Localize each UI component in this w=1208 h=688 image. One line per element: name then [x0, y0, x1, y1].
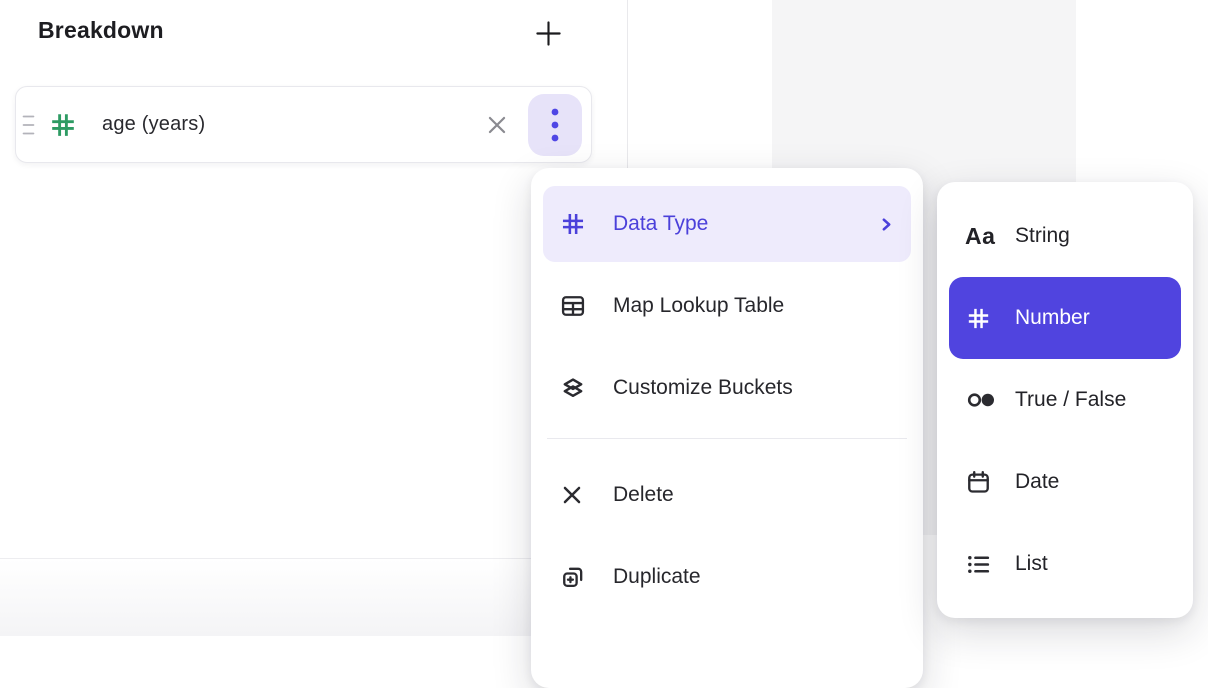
- drag-handle-icon[interactable]: [22, 107, 36, 143]
- breakdown-section-title: Breakdown: [38, 17, 164, 44]
- submenu-item-label: Date: [1015, 470, 1059, 494]
- breakdown-field-chip[interactable]: age (years): [15, 86, 592, 163]
- x-icon: [559, 481, 587, 509]
- menu-item-customize-buckets[interactable]: Customize Buckets: [543, 350, 911, 426]
- submenu-item-number[interactable]: Number: [949, 277, 1181, 359]
- calendar-icon: [965, 469, 999, 496]
- submenu-item-date[interactable]: Date: [949, 441, 1181, 523]
- menu-item-delete[interactable]: Delete: [543, 457, 911, 533]
- chevron-right-icon: [878, 216, 895, 233]
- menu-item-label: Map Lookup Table: [613, 294, 784, 318]
- field-context-menu: Data Type Map Lookup Table Customize Buc…: [531, 168, 923, 688]
- menu-item-label: Duplicate: [613, 565, 701, 589]
- submenu-item-list[interactable]: List: [949, 523, 1181, 605]
- list-icon: [965, 551, 999, 578]
- submenu-item-label: True / False: [1015, 388, 1126, 412]
- submenu-item-label: String: [1015, 224, 1070, 248]
- data-type-submenu: Aa String Number True / False Date List: [937, 182, 1193, 618]
- menu-divider: [547, 438, 907, 439]
- field-options-button[interactable]: [528, 94, 582, 156]
- remove-field-button[interactable]: [484, 112, 510, 138]
- duplicate-icon: [559, 563, 587, 591]
- table-icon: [559, 292, 587, 320]
- layers-icon: [559, 374, 587, 402]
- hash-icon: [965, 305, 999, 332]
- menu-item-label: Data Type: [613, 212, 708, 236]
- boolean-circles-icon: [965, 388, 999, 412]
- menu-item-duplicate[interactable]: Duplicate: [543, 539, 911, 615]
- submenu-item-label: Number: [1015, 306, 1090, 330]
- x-icon: [484, 112, 510, 138]
- submenu-item-label: List: [1015, 552, 1048, 576]
- menu-item-data-type[interactable]: Data Type: [543, 186, 911, 262]
- submenu-item-true-false[interactable]: True / False: [949, 359, 1181, 441]
- menu-item-label: Delete: [613, 483, 674, 507]
- menu-item-map-lookup-table[interactable]: Map Lookup Table: [543, 268, 911, 344]
- hash-icon: [48, 110, 78, 140]
- kebab-icon: [549, 105, 561, 145]
- field-name-label: age (years): [102, 113, 205, 136]
- plus-icon: [534, 19, 563, 48]
- add-breakdown-button[interactable]: [532, 17, 564, 49]
- submenu-item-string[interactable]: Aa String: [949, 195, 1181, 277]
- hash-icon: [559, 210, 587, 238]
- menu-item-label: Customize Buckets: [613, 376, 793, 400]
- text-aa-icon: Aa: [965, 223, 999, 250]
